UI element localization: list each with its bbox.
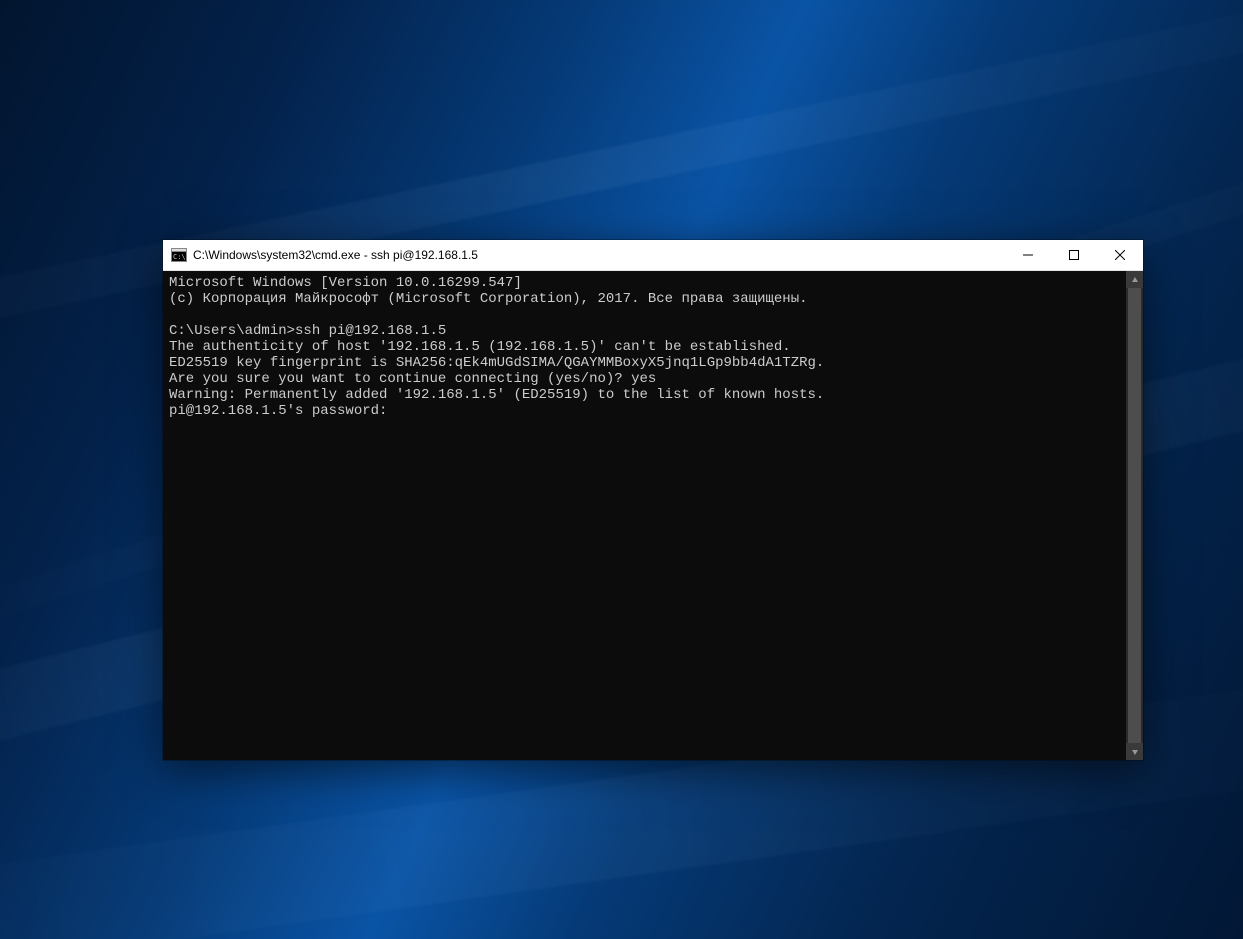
minimize-button[interactable] <box>1005 240 1051 270</box>
close-button[interactable] <box>1097 240 1143 270</box>
cmd-window: C:\ C:\Windows\system32\cmd.exe - ssh pi… <box>163 240 1143 760</box>
scroll-track[interactable] <box>1126 288 1143 743</box>
scroll-thumb[interactable] <box>1128 288 1141 743</box>
terminal-output[interactable]: Microsoft Windows [Version 10.0.16299.54… <box>163 271 1126 760</box>
svg-text:C:\: C:\ <box>173 253 186 261</box>
terminal-area: Microsoft Windows [Version 10.0.16299.54… <box>163 271 1143 760</box>
window-title: C:\Windows\system32\cmd.exe - ssh pi@192… <box>193 248 478 262</box>
scroll-up-button[interactable] <box>1126 271 1143 288</box>
cmd-icon: C:\ <box>171 247 187 263</box>
window-controls <box>1005 240 1143 270</box>
scroll-down-button[interactable] <box>1126 743 1143 760</box>
vertical-scrollbar[interactable] <box>1126 271 1143 760</box>
desktop-background: C:\ C:\Windows\system32\cmd.exe - ssh pi… <box>0 0 1243 939</box>
titlebar[interactable]: C:\ C:\Windows\system32\cmd.exe - ssh pi… <box>163 240 1143 271</box>
maximize-button[interactable] <box>1051 240 1097 270</box>
